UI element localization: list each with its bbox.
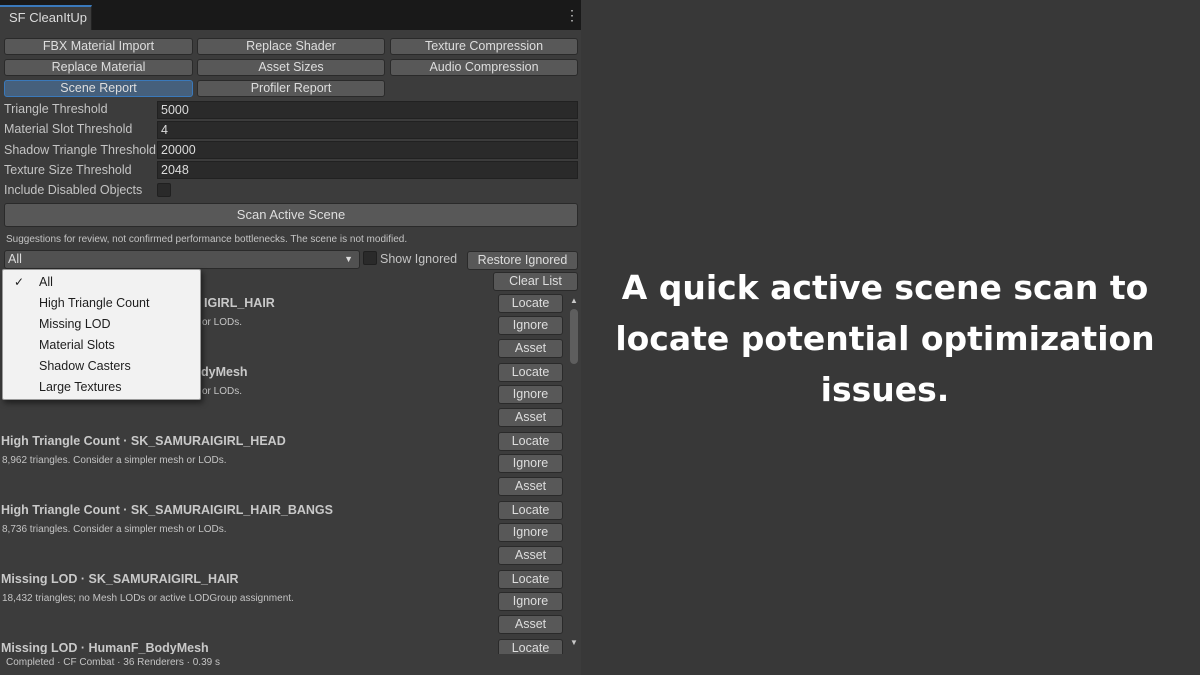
results-scrollbar[interactable]: ▲ ▼ [567,296,581,654]
scroll-up-arrow-icon[interactable]: ▲ [570,296,578,305]
option-label: Shadow Casters [39,359,131,373]
promo-caption: A quick active scene scan to locate pote… [615,268,1155,409]
filter-option-all[interactable]: ✓ All [3,272,200,293]
filter-option-shadow-casters[interactable]: Shadow Casters [3,356,200,377]
filter-option-high-triangle-count[interactable]: High Triangle Count [3,293,200,314]
partial-row: Missing LOD · HumanF_BodyMesh Locate [0,636,567,654]
scroll-thumb[interactable] [570,309,578,364]
scroll-down-arrow-icon[interactable]: ▼ [570,638,578,647]
option-label: High Triangle Count [39,296,150,310]
cleanitup-editor-window: SF CleanItUp ⋮ FBX Material Import Repla… [0,0,581,675]
option-label: Missing LOD [39,317,111,331]
category-filter-menu: ✓ All High Triangle Count Missing LOD Ma… [2,269,201,400]
filter-option-large-textures[interactable]: Large Textures [3,377,200,398]
status-bar-text: Completed · CF Combat · 36 Renderers · 0… [6,657,220,668]
locate-button[interactable]: Locate [498,639,563,654]
option-label: All [39,275,53,289]
option-label: Material Slots [39,338,115,352]
item-title: Missing LOD · HumanF_BodyMesh [1,641,209,654]
option-label: Large Textures [39,380,122,394]
filter-option-material-slots[interactable]: Material Slots [3,335,200,356]
checkmark-icon: ✓ [14,275,25,289]
filter-option-missing-lod[interactable]: Missing LOD [3,314,200,335]
